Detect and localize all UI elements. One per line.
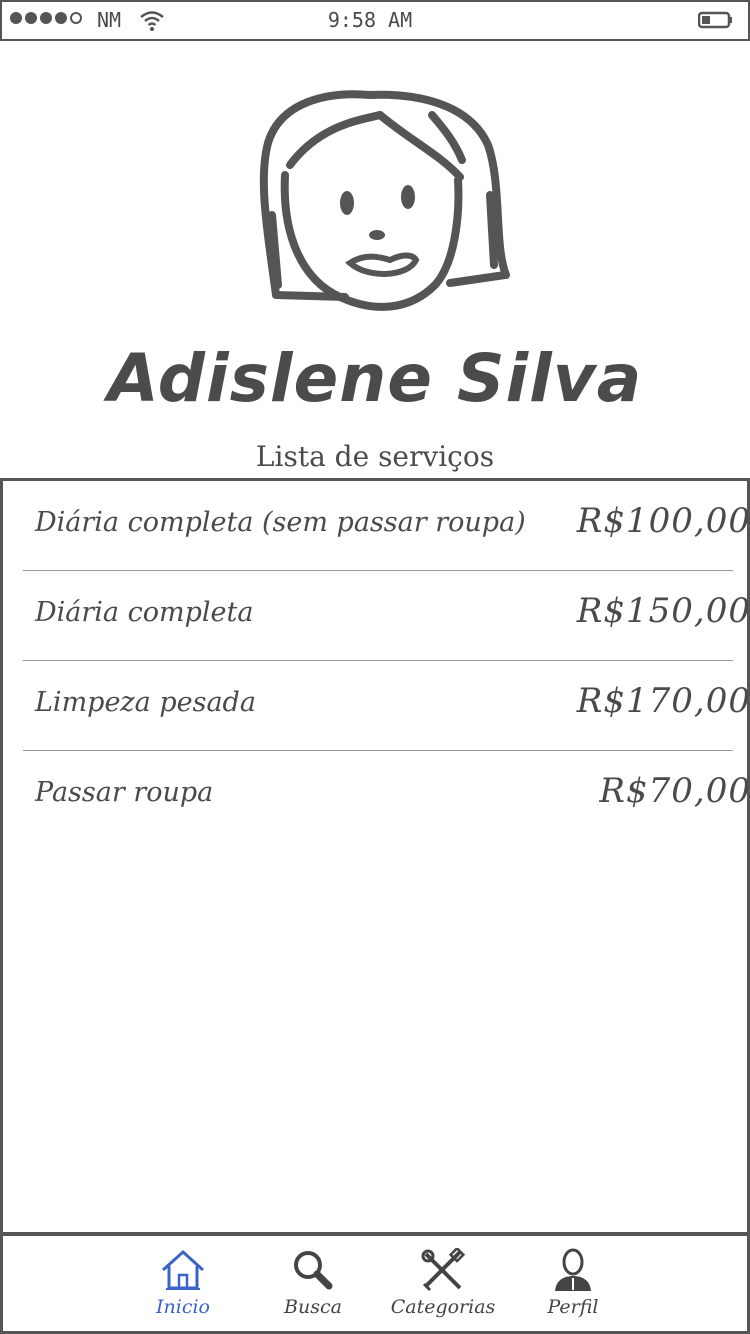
bottom-tab-bar: Inicio Busca Categorias Perfil <box>0 1233 750 1334</box>
service-name: Passar roupa <box>35 777 214 808</box>
service-price: R$70,00 <box>599 771 750 811</box>
services-section-title: Lista de serviços <box>255 440 495 473</box>
service-name: Diária completa (sem passar roupa) <box>35 507 526 538</box>
tab-busca[interactable]: Busca <box>253 1248 373 1318</box>
service-row[interactable]: Passar roupa R$70,00 <box>23 751 750 841</box>
person-icon <box>513 1248 633 1292</box>
tab-label: Perfil <box>547 1296 599 1318</box>
tab-label: Inicio <box>156 1296 210 1318</box>
service-row[interactable]: Diária completa (sem passar roupa) R$100… <box>23 481 750 571</box>
service-row[interactable]: Limpeza pesada R$170,00 <box>23 661 750 751</box>
status-bar: NM 9:58 AM <box>0 0 750 41</box>
service-price: R$150,00 <box>576 591 750 631</box>
service-price: R$170,00 <box>576 681 750 721</box>
status-time: 9:58 AM <box>327 8 413 32</box>
tools-icon <box>383 1248 503 1292</box>
profile-name: Adislene Silva <box>107 340 643 417</box>
tab-label: Categorias <box>390 1296 496 1318</box>
profile-avatar <box>250 85 510 320</box>
tab-categorias[interactable]: Categorias <box>383 1248 503 1318</box>
service-name: Limpeza pesada <box>35 687 256 718</box>
service-price: R$100,00 <box>576 501 750 541</box>
battery-icon <box>697 11 734 33</box>
tab-perfil[interactable]: Perfil <box>513 1248 633 1318</box>
tab-label: Busca <box>284 1296 342 1318</box>
service-name: Diária completa <box>35 597 254 628</box>
home-icon <box>123 1248 243 1292</box>
services-list: Diária completa (sem passar roupa) R$100… <box>0 478 750 1235</box>
tab-inicio[interactable]: Inicio <box>123 1248 243 1318</box>
search-icon <box>253 1248 373 1292</box>
service-row[interactable]: Diária completa R$150,00 <box>23 571 750 661</box>
